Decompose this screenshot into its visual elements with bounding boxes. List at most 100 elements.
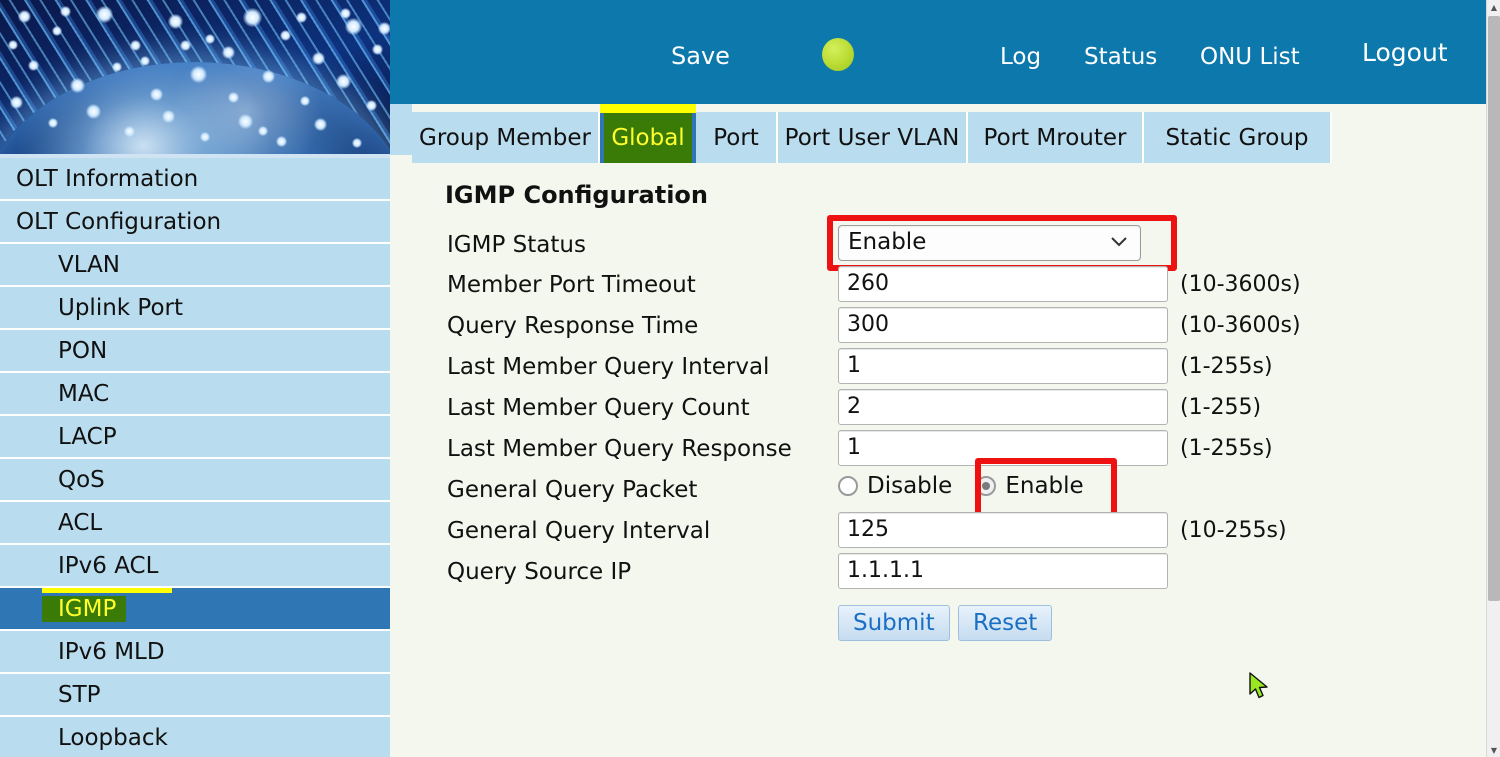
- status-led-indicator: [822, 38, 854, 71]
- sidebar-item-label: ACL: [0, 510, 102, 536]
- banner-light-dot: [48, 118, 58, 128]
- sidebar-item-label: Uplink Port: [0, 295, 183, 321]
- header-link-logout[interactable]: Logout: [1362, 38, 1448, 67]
- banner-light-dot: [238, 114, 253, 129]
- banner-light-dot: [312, 52, 325, 65]
- label-last-member-query-interval: Last Member Query Interval: [447, 354, 769, 380]
- banner-light-dot: [366, 100, 377, 111]
- input-member-port-timeout[interactable]: 260: [838, 266, 1168, 302]
- label-member-port-timeout: Member Port Timeout: [447, 272, 696, 298]
- page-title: IGMP Configuration: [445, 181, 708, 209]
- tab-label: Port: [713, 125, 759, 151]
- sidebar-menu: OLT InformationOLT ConfigurationVLAN Upli…: [0, 158, 390, 757]
- sidebar-item-label: LACP: [0, 424, 117, 450]
- row-last-member-query-response: Last Member Query Response1(1-255s): [390, 429, 1486, 470]
- banner-light-dot: [162, 110, 175, 123]
- sidebar-item-label: MAC: [0, 381, 109, 407]
- mouse-cursor-icon: [1249, 672, 1271, 702]
- sidebar-item-loopback[interactable]: Loopback: [0, 717, 390, 757]
- tab-static-group[interactable]: Static Group: [1144, 112, 1332, 163]
- label-igmp-status: IGMP Status: [447, 232, 586, 258]
- banner-light-dot: [180, 40, 191, 51]
- main-content: IGMP Configuration IGMP Status Enable Me…: [390, 163, 1486, 757]
- input-query-response-time[interactable]: 300: [838, 307, 1168, 343]
- browser-viewport: OLT InformationOLT ConfigurationVLAN Upli…: [0, 0, 1500, 757]
- banner-light-dot: [10, 96, 23, 109]
- radio-option-disable[interactable]: Disable: [838, 473, 952, 499]
- banner-light-dot: [70, 78, 85, 93]
- input-query-source-ip[interactable]: 1.1.1.1: [838, 553, 1168, 589]
- sidebar-item-label: IPv6 MLD: [0, 639, 165, 665]
- label-last-member-query-count: Last Member Query Count: [447, 395, 750, 421]
- tab-label: Group Member: [419, 125, 591, 151]
- sidebar-item-igmp[interactable]: IGMP: [0, 588, 390, 631]
- label-query-response-time: Query Response Time: [447, 313, 698, 339]
- banner-light-dot: [222, 46, 235, 59]
- scroll-up-arrow-icon[interactable]: ▲: [1487, 0, 1500, 14]
- sidebar-item-label: IPv6 ACL: [0, 553, 158, 579]
- sidebar-item-lacp[interactable]: LACP: [0, 416, 390, 459]
- sidebar-item-vlan[interactable]: VLAN: [0, 244, 390, 287]
- sidebar-item-pon[interactable]: PON: [0, 330, 390, 373]
- tab-label: Port Mrouter: [984, 125, 1127, 151]
- submit-button[interactable]: Submit: [838, 605, 950, 641]
- tab-label: Global: [611, 125, 684, 151]
- hint-last-member-query-count: (1-255): [1180, 395, 1261, 420]
- sidebar-item-label: QoS: [0, 467, 105, 493]
- hint-query-response-time: (10-3600s): [1180, 313, 1301, 338]
- banner-light-dot: [124, 126, 135, 137]
- sidebar-item-label: PON: [0, 338, 107, 364]
- scroll-down-arrow-icon[interactable]: ▼: [1487, 743, 1500, 757]
- radio-disable-icon[interactable]: [838, 476, 858, 496]
- tab-label: Port User VLAN: [785, 125, 960, 151]
- sidebar-item-olt-information[interactable]: OLT Information: [0, 158, 390, 201]
- banner-light-dot: [228, 92, 239, 103]
- banner-light-dot: [168, 14, 183, 29]
- scrollbar-thumb[interactable]: [1488, 16, 1500, 601]
- banner-light-dot: [276, 136, 287, 147]
- sidebar-item-stp[interactable]: STP: [0, 674, 390, 717]
- banner-light-dot: [243, 8, 262, 27]
- tab-group-member[interactable]: Group Member: [412, 112, 600, 163]
- label-general-query-packet: General Query Packet: [447, 477, 697, 503]
- reset-button[interactable]: Reset: [958, 605, 1052, 641]
- hint-last-member-query-response: (1-255s): [1180, 436, 1273, 461]
- sidebar-item-ipv6-acl[interactable]: IPv6 ACL: [0, 545, 390, 588]
- tab-port-user-vlan[interactable]: Port User VLAN: [778, 112, 968, 163]
- row-query-response-time: Query Response Time 300 (10-3600s): [390, 306, 1486, 347]
- banner-light-dot: [140, 56, 150, 66]
- header-link-status[interactable]: Status: [1084, 44, 1157, 70]
- tab-port-mrouter[interactable]: Port Mrouter: [968, 112, 1144, 163]
- label-general-query-interval: General Query Interval: [447, 518, 710, 544]
- sidebar-item-mac[interactable]: MAC: [0, 373, 390, 416]
- tab-highlight-top: [600, 104, 696, 113]
- header-link-log[interactable]: Log: [1000, 44, 1041, 70]
- sidebar-item-olt-configuration[interactable]: OLT Configuration: [0, 201, 390, 244]
- banner-light-dot: [205, 34, 215, 44]
- sidebar-item-uplink-port[interactable]: Uplink Port: [0, 287, 390, 330]
- sidebar-item-label: Loopback: [0, 725, 168, 751]
- header-link-onu-list[interactable]: ONU List: [1200, 44, 1300, 70]
- top-header-bar: Save Log Status ONU List Logout: [390, 0, 1486, 104]
- sidebar-item-ipv6-mld[interactable]: IPv6 MLD: [0, 631, 390, 674]
- label-query-source-ip: Query Source IP: [447, 559, 631, 585]
- page-scrollbar[interactable]: ▲ ▼: [1486, 0, 1500, 757]
- tab-global[interactable]: Global: [600, 112, 696, 163]
- save-button[interactable]: Save: [671, 42, 730, 70]
- hint-general-query-interval: (10-255s): [1180, 518, 1287, 543]
- sidebar-item-qos[interactable]: QoS: [0, 459, 390, 502]
- banner-light-dot: [130, 40, 141, 51]
- row-last-member-query-count: Last Member Query Count 2 (1-255): [390, 388, 1486, 429]
- tab-port[interactable]: Port: [696, 112, 778, 163]
- sidebar-item-acl[interactable]: ACL: [0, 502, 390, 545]
- row-general-query-interval: General Query Interval 125 (10-255s): [390, 511, 1486, 552]
- banner-light-dot: [372, 44, 383, 55]
- sidebar-item-label: STP: [0, 682, 101, 708]
- banner-light-dot: [314, 118, 327, 131]
- sidebar-selected-highlight-bar: [42, 588, 172, 593]
- input-last-member-query-interval[interactable]: 1: [838, 348, 1168, 384]
- input-general-query-interval[interactable]: 125: [838, 512, 1168, 548]
- input-last-member-query-count[interactable]: 2: [838, 389, 1168, 425]
- hint-last-member-query-interval: (1-255s): [1180, 354, 1273, 379]
- banner-light-dot: [18, 10, 31, 23]
